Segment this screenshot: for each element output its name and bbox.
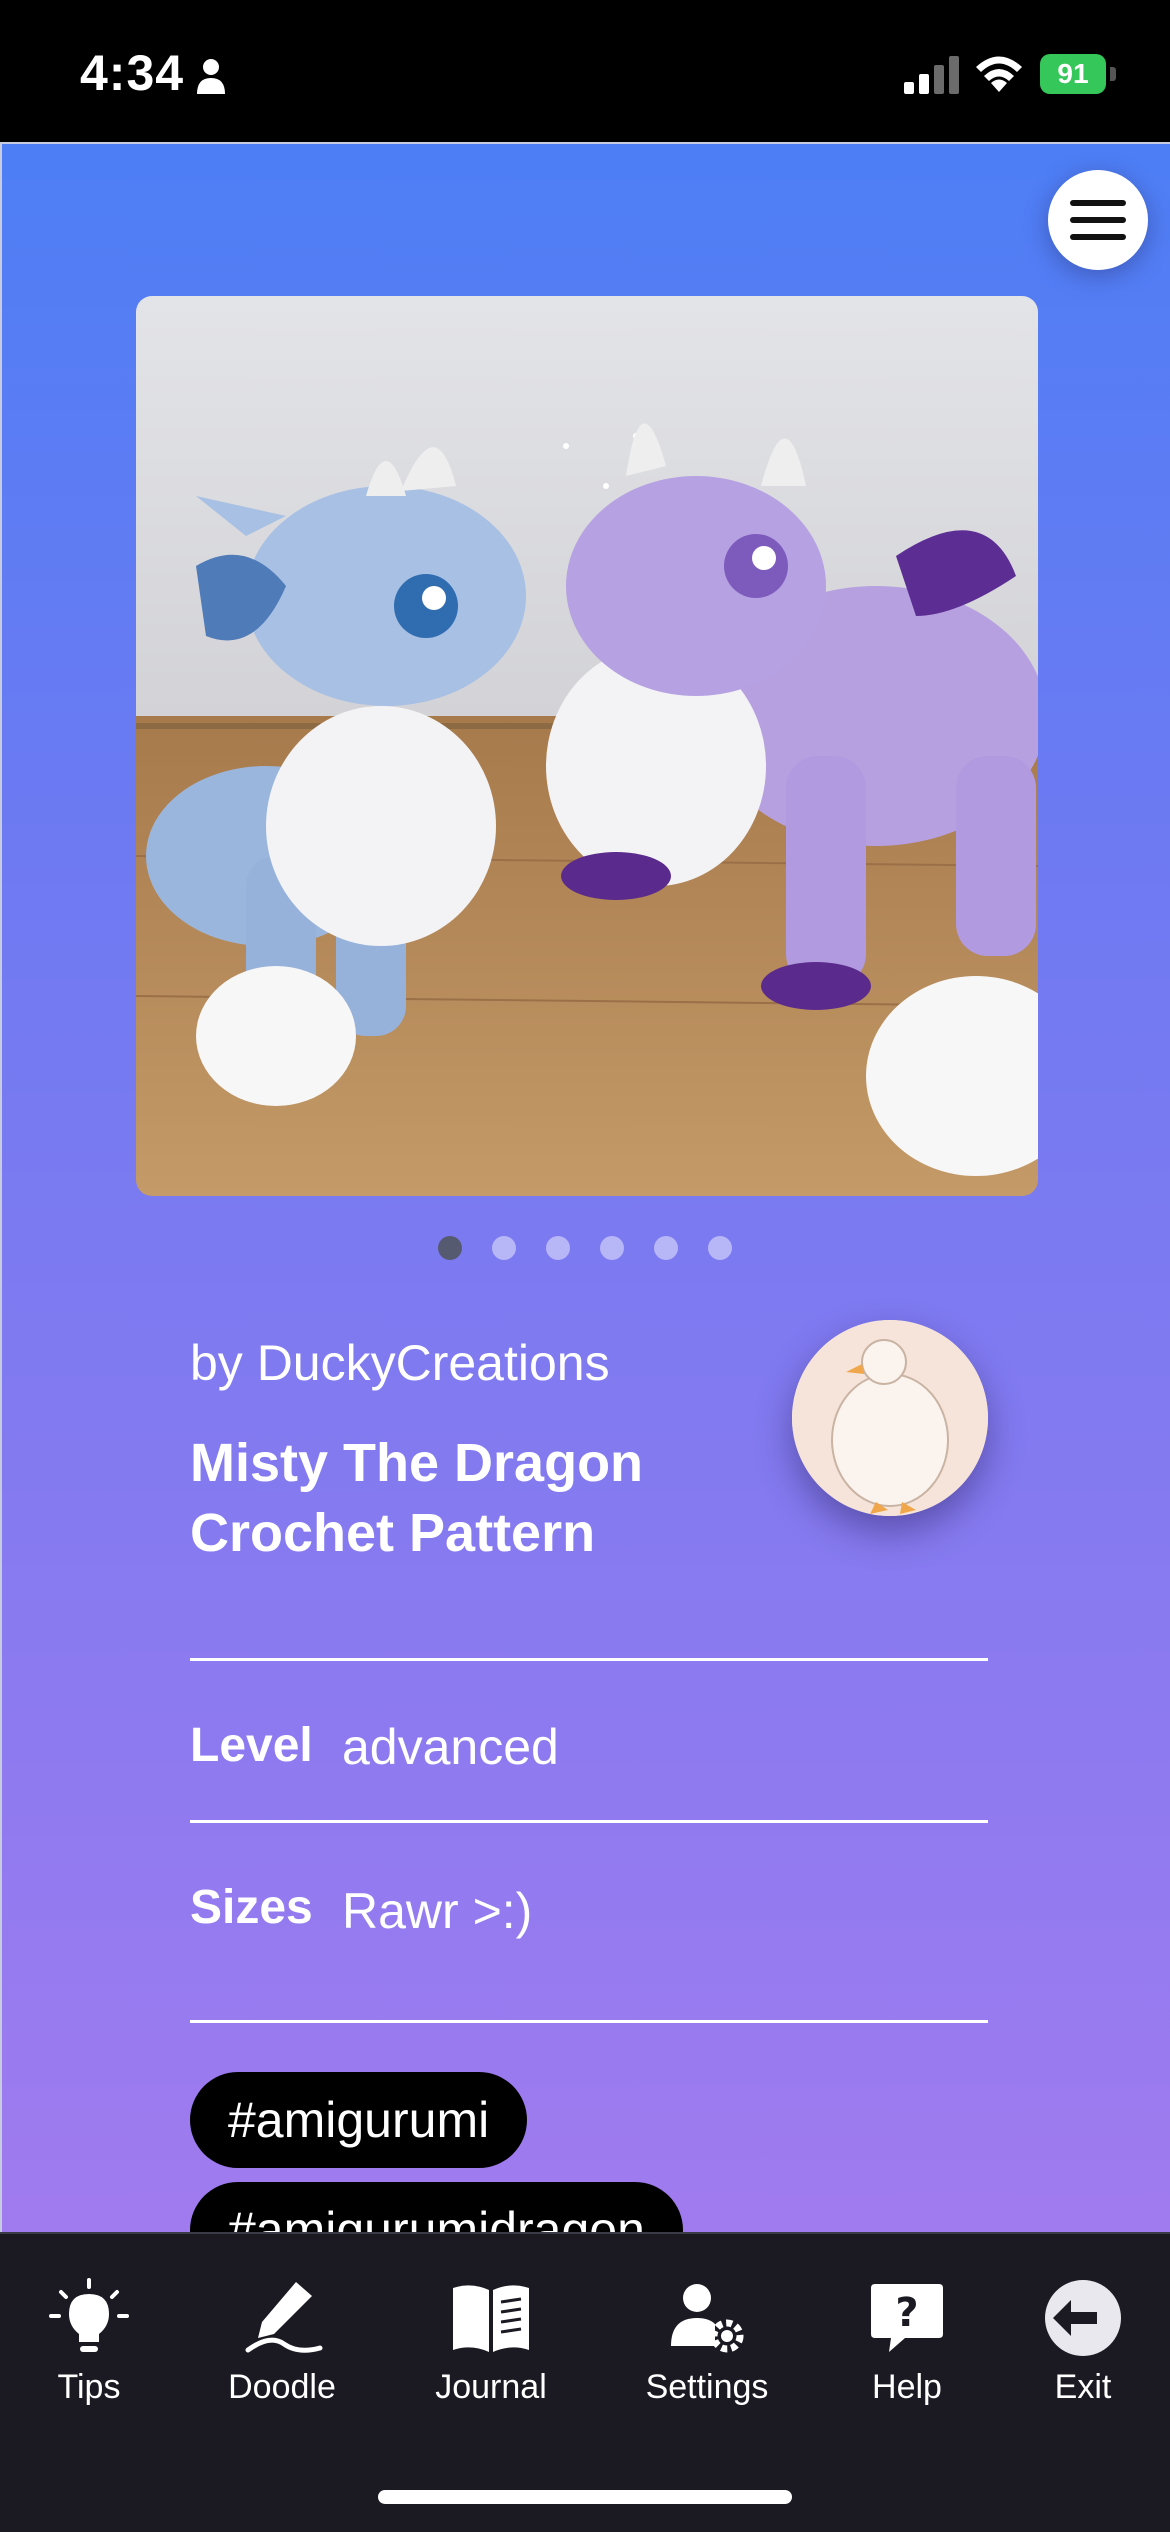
carousel-dot[interactable] (492, 1236, 516, 1260)
nav-label: Doodle (228, 2368, 336, 2406)
status-time: 4:34 (80, 45, 185, 101)
nav-label: Settings (645, 2368, 769, 2406)
nav-item-exit[interactable]: Exit (1038, 2278, 1128, 2407)
pattern-detail-view[interactable]: by DuckyCreations Misty The Dragon Croch… (0, 142, 1170, 2232)
wifi-icon (976, 56, 1022, 92)
nav-label: Help (872, 2368, 942, 2406)
lightbulb-icon (49, 2278, 129, 2352)
divider (190, 1820, 988, 1823)
help-icon: ? (871, 2284, 943, 2352)
author-avatar[interactable] (792, 1320, 988, 1516)
divider (190, 1658, 988, 1661)
carousel-dots (438, 1236, 738, 1266)
svg-text:?: ? (895, 2290, 918, 2336)
duck-avatar-image (792, 1320, 988, 1516)
nav-item-journal[interactable]: Journal (434, 2278, 548, 2407)
battery-level: 91 (1040, 54, 1106, 94)
nav-item-settings[interactable]: Settings (640, 2278, 774, 2407)
battery-tip (1110, 67, 1116, 81)
nav-item-help[interactable]: ? Help (862, 2278, 952, 2407)
level-value: advanced (342, 1719, 559, 1775)
sizes-label: Sizes (190, 1881, 313, 1934)
cellular-signal-icon (904, 56, 959, 94)
menu-button[interactable] (1048, 170, 1148, 270)
book-icon (453, 2285, 529, 2352)
carousel-dot[interactable] (708, 1236, 732, 1260)
nav-label: Exit (1054, 2368, 1112, 2406)
divider (190, 2020, 988, 2023)
tag-chip[interactable]: #amigurumidragon (190, 2182, 683, 2232)
nav-label: Tips (57, 2368, 121, 2406)
carousel-dot[interactable] (546, 1236, 570, 1260)
status-bar: 4:34 91 (0, 0, 1170, 142)
user-gear-icon (671, 2284, 744, 2353)
hamburger-icon (1070, 200, 1126, 240)
sizes-value: Rawr >:) (342, 1883, 533, 1939)
carousel-dot[interactable] (600, 1236, 624, 1260)
level-label: Level (190, 1719, 313, 1772)
battery-indicator: 91 (1040, 54, 1116, 94)
pattern-photo[interactable] (136, 296, 1038, 1196)
tag-chip[interactable]: #amigurumi (190, 2072, 528, 2168)
home-indicator[interactable] (378, 2490, 792, 2504)
pen-icon (245, 2282, 323, 2353)
nav-item-tips[interactable]: Tips (44, 2278, 134, 2407)
person-icon (197, 59, 225, 94)
author-name[interactable]: by DuckyCreations (190, 1334, 610, 1392)
carousel-dot[interactable] (438, 1236, 462, 1260)
nav-label: Journal (435, 2368, 547, 2406)
pattern-title: Misty The Dragon Crochet Pattern (190, 1433, 644, 1563)
bottom-nav: Tips Doodle Journal Settings ? Help Exit (0, 2232, 1170, 2532)
nav-item-doodle[interactable]: Doodle (222, 2278, 342, 2407)
dragon-plush-image (136, 296, 1038, 1196)
carousel-dot[interactable] (654, 1236, 678, 1260)
exit-icon (1045, 2280, 1121, 2356)
